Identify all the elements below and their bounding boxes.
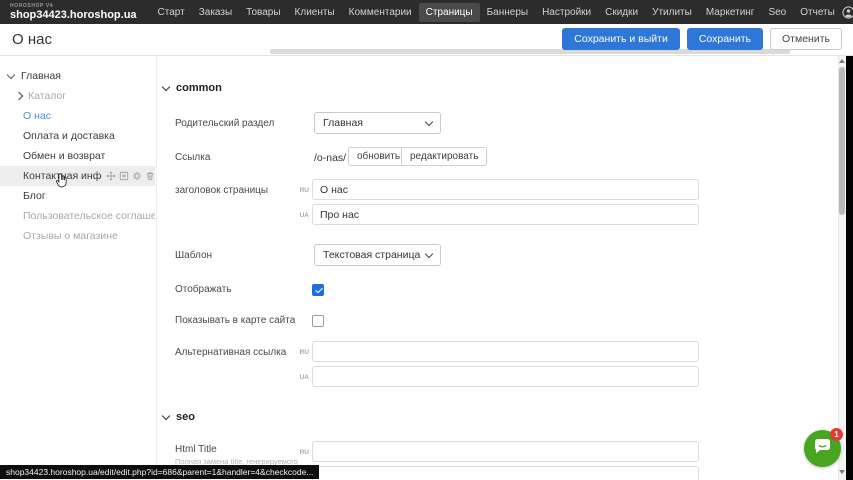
ua-tag: UA [297, 212, 309, 219]
menu-reports[interactable]: Отчеты [793, 3, 842, 22]
sidebar-item-label: Главная [21, 70, 61, 82]
status-url-bar: shop34423.horoshop.ua/edit/edit.php?id=6… [0, 465, 319, 479]
section-common[interactable]: common [163, 82, 222, 94]
menu-start[interactable]: Старт [151, 3, 192, 22]
select-caret-icon [425, 117, 433, 125]
sitemap-checkbox[interactable] [312, 315, 324, 327]
template-select[interactable]: Текстовая страница [314, 244, 441, 266]
chat-notification-badge: 1 [830, 428, 843, 441]
screen-black-edge [846, 56, 853, 480]
sidebar-item-label: Оплата и доставка [23, 130, 115, 142]
chevron-right-icon[interactable] [15, 92, 23, 100]
cancel-button[interactable]: Отменить [770, 28, 842, 50]
link-value: /o-nas/ [314, 152, 346, 164]
add-page-icon[interactable] [119, 171, 129, 181]
link-edit-button[interactable]: редактировать [401, 147, 487, 166]
chevron-down-icon[interactable] [7, 70, 15, 78]
scroll-up-arrow-icon[interactable] [839, 59, 845, 63]
sitemap-label: Показывать в карте сайта [175, 315, 295, 326]
ru-tag: RU [297, 187, 309, 194]
sidebar-item-blog[interactable]: Блог [0, 186, 155, 206]
sidebar-item-glavnaya[interactable]: Главная [0, 66, 155, 86]
select-caret-icon [425, 249, 433, 257]
sidebar-item-otzyvy[interactable]: Отзывы о магазине [0, 226, 155, 246]
sidebar-item-obmen[interactable]: Обмен и возврат [0, 146, 155, 166]
sidebar-item-katalog[interactable]: Каталог [0, 86, 155, 106]
page-title: О нас [12, 31, 52, 48]
tree-row-actions [106, 171, 155, 181]
section-seo-label: seo [176, 411, 195, 423]
sidebar-item-label: Пользовательское соглашение [23, 210, 155, 222]
sidebar-item-label: Отзывы о магазине [23, 230, 118, 242]
menu-utilities[interactable]: Утилиты [645, 3, 699, 22]
parent-section-label: Родительский раздел [175, 118, 274, 129]
chat-bubble-icon [813, 437, 832, 460]
brand-domain: shop34423.horoshop.ua [10, 10, 137, 21]
display-label: Отображать [175, 284, 231, 295]
app-window: HOROSHOP V4 shop34423.horoshop.ua Старт … [0, 0, 853, 480]
gear-icon[interactable] [132, 171, 142, 181]
menu-pages[interactable]: Страницы [419, 3, 480, 22]
ua-tag: UA [297, 374, 309, 381]
menu-settings[interactable]: Настройки [535, 3, 598, 22]
section-seo[interactable]: seo [163, 411, 195, 423]
menu-marketing[interactable]: Маркетинг [699, 3, 762, 22]
sidebar-item-label: Каталог [28, 90, 66, 102]
link-label: Ссылка [175, 152, 210, 163]
page-title-ru-input[interactable] [312, 179, 699, 200]
sidebar-item-soglashenie[interactable]: Пользовательское соглашение [0, 206, 155, 226]
save-button[interactable]: Сохранить [687, 28, 763, 50]
html-title-label: Html Title [175, 444, 217, 455]
sidebar-item-o-nas[interactable]: О нас [0, 106, 155, 126]
display-checkbox[interactable] [312, 284, 324, 296]
scroll-down-arrow-icon[interactable] [839, 470, 845, 474]
page-title-ua-input[interactable] [312, 204, 699, 225]
main-menu: Старт Заказы Товары Клиенты Комментарии … [151, 3, 842, 22]
topbar-icons [842, 6, 853, 19]
html-title-ru-input[interactable] [312, 441, 699, 462]
sidebar-divider [156, 56, 157, 480]
page-title-field-label: заголовок страницы [175, 185, 268, 196]
menu-seo[interactable]: Seo [761, 3, 793, 22]
trash-icon[interactable] [145, 171, 155, 181]
menu-clients[interactable]: Клиенты [288, 3, 342, 22]
chevron-down-icon [162, 83, 170, 91]
sidebar-item-label: Блог [23, 190, 46, 202]
account-icon[interactable] [842, 6, 853, 19]
template-label: Шаблон [175, 250, 212, 261]
alt-link-ua-input[interactable] [312, 366, 699, 387]
ru-tag: RU [297, 349, 309, 356]
move-icon[interactable] [106, 171, 116, 181]
alt-link-label: Альтернативная ссылка [175, 347, 286, 358]
sidebar-item-label: Обмен и возврат [23, 150, 105, 162]
menu-orders[interactable]: Заказы [192, 3, 239, 22]
chevron-down-icon [162, 412, 170, 420]
brand-logo: HOROSHOP V4 shop34423.horoshop.ua [10, 4, 137, 21]
ru-tag: RU [297, 449, 309, 456]
menu-comments[interactable]: Комментарии [342, 3, 419, 22]
sidebar-item-label: О нас [23, 110, 51, 122]
alt-link-ru-input[interactable] [312, 341, 699, 362]
link-refresh-button[interactable]: обновить [348, 147, 409, 166]
sidebar-item-oplata[interactable]: Оплата и доставка [0, 126, 155, 146]
parent-section-select[interactable]: Главная [314, 112, 441, 134]
menu-discounts[interactable]: Скидки [598, 3, 645, 22]
menu-products[interactable]: Товары [239, 3, 287, 22]
page-header: О нас Сохранить и выйти Сохранить Отмени… [0, 24, 853, 56]
topbar: HOROSHOP V4 shop34423.horoshop.ua Старт … [0, 0, 853, 24]
template-value: Текстовая страница [323, 249, 420, 261]
brand-version: HOROSHOP V4 [10, 4, 137, 9]
save-and-exit-button[interactable]: Сохранить и выйти [562, 28, 680, 50]
html-title-ua-input[interactable] [312, 466, 699, 480]
menu-banners[interactable]: Баннеры [480, 3, 535, 22]
sidebar-item-kontaktnaya[interactable]: Контактная инфор [0, 166, 155, 186]
scrollbar-thumb[interactable] [839, 67, 845, 215]
parent-section-value: Главная [323, 117, 363, 129]
header-buttons: Сохранить и выйти Сохранить Отменить [562, 28, 842, 50]
sidebar-item-label: Контактная инфор [23, 170, 102, 182]
chat-widget-button[interactable]: 1 [804, 430, 841, 467]
section-common-label: common [176, 82, 222, 94]
